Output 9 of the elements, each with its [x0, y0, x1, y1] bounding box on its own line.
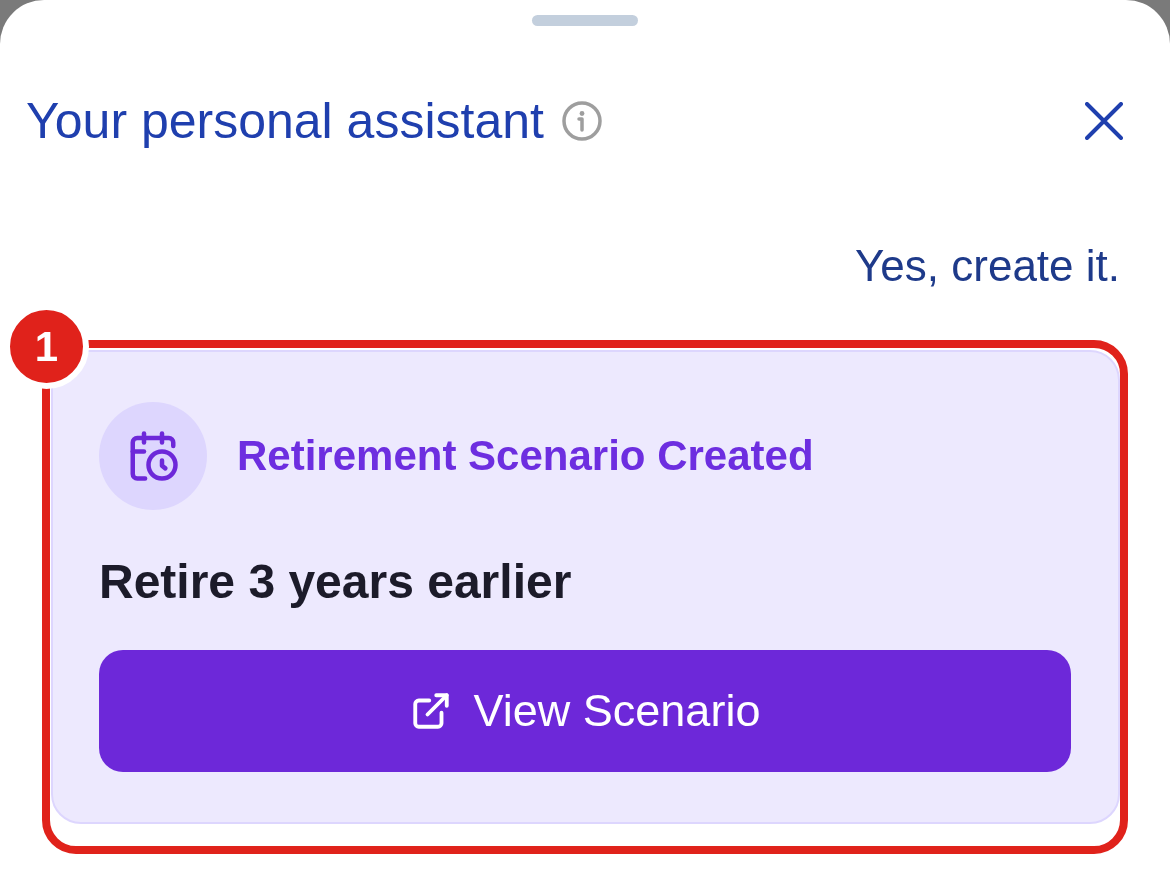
info-icon[interactable]: [561, 101, 602, 141]
close-button[interactable]: [1084, 101, 1124, 141]
scenario-summary: Retire 3 years earlier: [99, 554, 573, 610]
close-icon: [1085, 102, 1123, 140]
drag-handle[interactable]: [532, 15, 638, 26]
user-message: Yes, create it.: [855, 240, 1120, 292]
card-heading: Retirement Scenario Created: [237, 431, 814, 481]
view-scenario-button[interactable]: View Scenario: [99, 650, 1071, 772]
sheet-title: Your personal assistant: [26, 92, 544, 150]
